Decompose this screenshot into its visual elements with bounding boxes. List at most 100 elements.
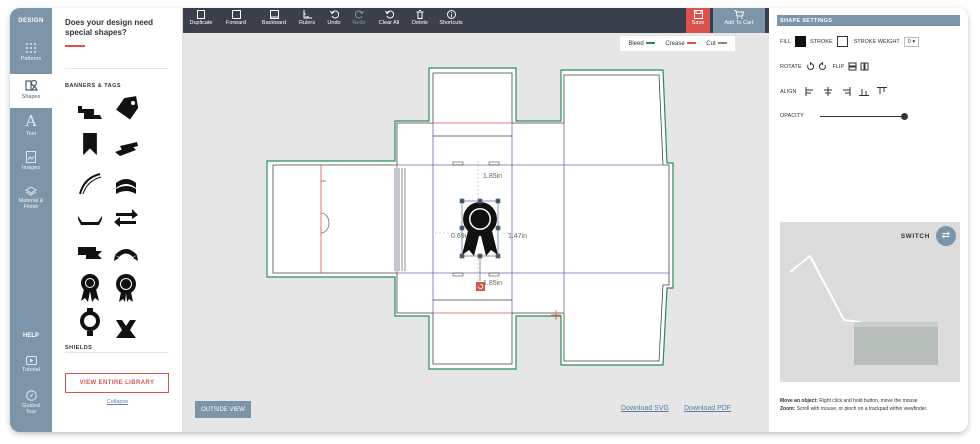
curved-tag-shape[interactable] — [112, 241, 140, 265]
rail-item-images[interactable]: Images — [10, 151, 52, 181]
backward-label: Backward — [261, 20, 287, 26]
delete-label: Delete — [412, 20, 428, 26]
rail-item-label: Images — [21, 165, 41, 171]
box-dieline: 1.85in 1.85in 0.69i 1.47in — [266, 67, 674, 370]
align-right-icon[interactable] — [841, 87, 851, 96]
heading-underline — [65, 45, 85, 47]
rail-item-guided-tour[interactable]: Guided Tour — [10, 390, 52, 424]
3d-viewfinder[interactable]: SWITCH ⇄ — [780, 222, 960, 382]
switch-arrows-icon: ⇄ — [941, 230, 951, 241]
settings-title: SHAPE SETTINGS — [777, 15, 960, 26]
dim-left: 0.69i — [451, 233, 467, 240]
top-toolbar: Duplicate Forward Backward Rulers Undo R… — [183, 8, 769, 33]
duplicate-icon — [197, 10, 205, 19]
rail-item-patterns[interactable]: Patterns — [10, 38, 52, 72]
align-row: ALIGN — [780, 87, 887, 96]
twisted-arrow-shape[interactable] — [112, 205, 140, 229]
switch-label: SWITCH — [900, 233, 930, 240]
dim-bottom: 1.85in — [483, 280, 502, 287]
folded-banner-shape[interactable] — [112, 138, 140, 162]
divider — [65, 352, 169, 353]
outside-view-button[interactable]: OUTSIDE VIEW — [195, 401, 251, 418]
rail-item-text[interactable]: A Text — [10, 114, 52, 144]
fill-stroke-row: FILL STROKE STROKE WEIGHT 0 ▾ — [780, 36, 920, 47]
info-icon — [446, 10, 456, 19]
arched-banner-shape[interactable] — [112, 173, 140, 197]
material-icon — [25, 186, 37, 196]
design-label: DESIGN — [18, 18, 44, 24]
round-badge-shape[interactable] — [76, 308, 104, 338]
align-top-icon[interactable] — [876, 87, 887, 96]
backward-icon — [269, 10, 279, 19]
dim-right: 1.47in — [508, 233, 527, 240]
flip-vertical-icon[interactable] — [848, 62, 857, 71]
delete-button[interactable]: Delete — [409, 10, 431, 26]
clear-all-label: Clear All — [378, 20, 400, 26]
design-canvas[interactable]: 1.85in 1.85in 0.69i 1.47in — [183, 33, 769, 432]
price-tag-shape[interactable] — [112, 96, 140, 120]
compass-icon — [25, 390, 37, 401]
panel-heading: Does your design need special shapes? — [65, 18, 154, 37]
line-legend: Bleed Crease Cut — [620, 36, 735, 51]
rail-item-shapes[interactable]: Shapes — [10, 74, 52, 108]
save-button[interactable]: Save — [686, 8, 710, 33]
stroke-weight-select[interactable]: 0 ▾ — [903, 36, 920, 47]
collapse-link[interactable]: Collapse — [52, 399, 183, 405]
opacity-slider-handle[interactable] — [901, 113, 908, 120]
pennant-banner-shape[interactable] — [76, 241, 104, 265]
zoom-hint: Zoom: Scroll with mouse, or pinch on a t… — [780, 406, 928, 412]
undo-button[interactable]: Undo — [324, 10, 344, 26]
shape-settings-panel: SHAPE SETTINGS FILL STROKE STROKE WEIGHT… — [769, 8, 968, 432]
divider — [65, 68, 169, 69]
switch-button[interactable]: ⇄ — [936, 226, 956, 246]
clear-icon — [384, 10, 394, 19]
rosette-shape[interactable] — [112, 273, 140, 303]
redo-label: Redo — [352, 20, 366, 26]
view-library-button[interactable]: VIEW ENTIRE LIBRARY — [65, 373, 169, 393]
shortcuts-button[interactable]: Shortcuts — [436, 10, 466, 26]
redo-button[interactable]: Redo — [349, 10, 369, 26]
align-bottom-icon[interactable] — [858, 87, 869, 96]
rotate-right-icon[interactable] — [818, 62, 827, 71]
add-to-cart-button[interactable]: Add To Cart — [713, 8, 765, 33]
move-hint: Move an object: Right click and hold but… — [780, 398, 918, 404]
shapes-icon — [24, 79, 38, 91]
rail-item-tutorial[interactable]: Tutorial — [10, 356, 52, 380]
bracket-banner-shape[interactable] — [76, 208, 104, 232]
bookmark-shape[interactable] — [76, 133, 104, 157]
curved-ribbon-shape[interactable] — [76, 172, 104, 196]
backward-button[interactable]: Backward — [258, 10, 290, 26]
fill-swatch[interactable] — [795, 36, 807, 47]
rail-item-label: Guided Tour — [22, 403, 40, 415]
patterns-icon — [26, 43, 36, 53]
rotate-left-icon[interactable] — [806, 62, 815, 71]
align-label: ALIGN — [780, 88, 797, 95]
award-ribbon-shape[interactable] — [76, 273, 104, 303]
section-shields: SHIELDS — [65, 345, 93, 351]
ruler-icon — [303, 10, 312, 19]
undo-icon — [329, 10, 339, 19]
stroke-swatch[interactable] — [836, 36, 848, 47]
rulers-label: Rulers — [299, 20, 315, 26]
play-icon — [25, 356, 37, 365]
rail-item-material[interactable]: Material & Finish — [10, 186, 52, 220]
download-svg-link[interactable]: Download SVG — [621, 405, 669, 412]
ribbon-banner-shape[interactable] — [76, 101, 104, 125]
align-center-icon[interactable] — [823, 87, 833, 96]
rail-item-label: Text — [25, 131, 37, 137]
rulers-button[interactable]: Rulers — [296, 10, 318, 26]
download-pdf-link[interactable]: Download PDF — [684, 405, 731, 412]
opacity-slider-track[interactable] — [820, 116, 904, 117]
text-icon: A — [25, 112, 37, 130]
chevron-ribbon-shape[interactable] — [112, 316, 140, 340]
rail-item-label: Tutorial — [21, 367, 41, 373]
legend-bleed: Bleed — [628, 41, 655, 47]
forward-button[interactable]: Forward — [221, 10, 251, 26]
duplicate-button[interactable]: Duplicate — [186, 10, 216, 26]
flip-horizontal-icon[interactable] — [860, 62, 869, 71]
stroke-weight-label: STROKE WEIGHT — [853, 38, 900, 45]
3d-box-preview — [789, 254, 938, 365]
clear-all-button[interactable]: Clear All — [374, 10, 404, 26]
align-left-icon[interactable] — [805, 87, 815, 96]
app-window: DESIGN Patterns Shapes A Text Images Mat… — [10, 8, 968, 432]
